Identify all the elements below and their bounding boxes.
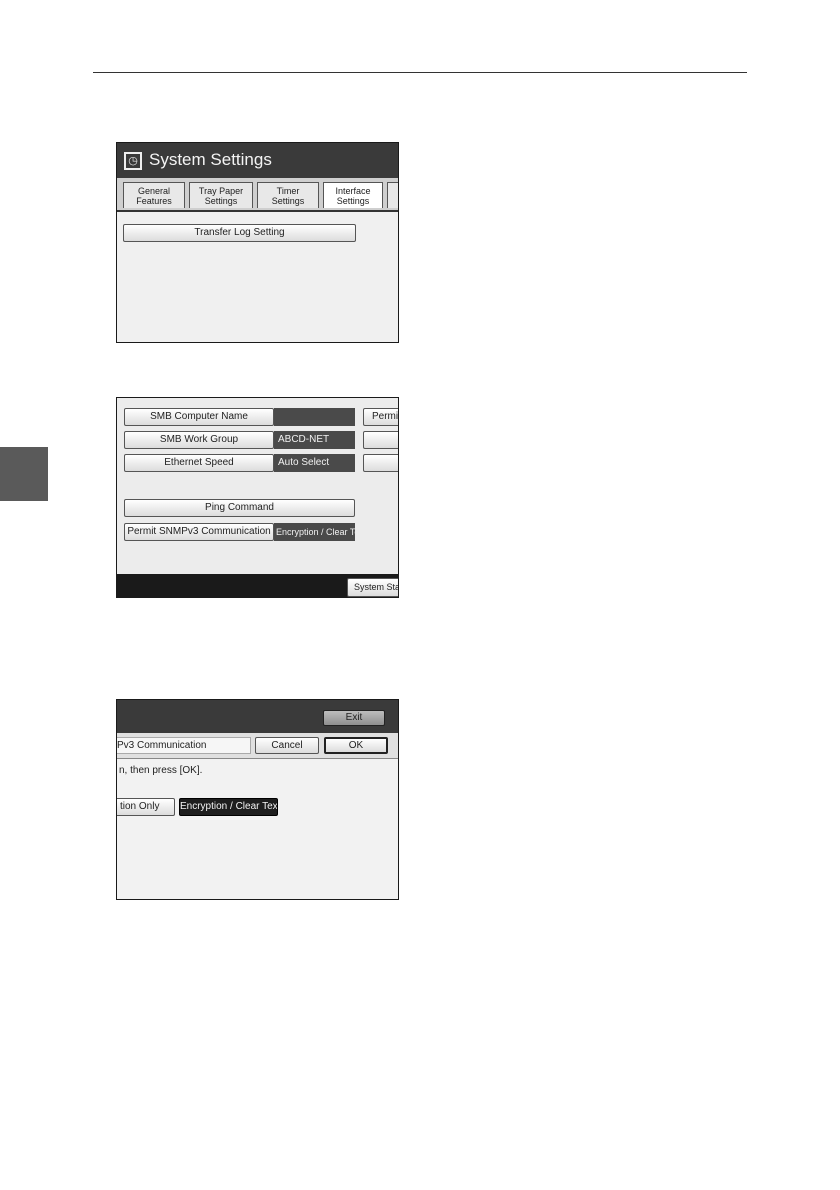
ethernet-speed-value: Auto Select [274,454,355,472]
smb-computer-name-value [274,408,355,426]
tab-tray-paper-settings[interactable]: Tray Paper Settings [189,182,253,208]
transfer-log-setting-button[interactable]: Transfer Log Setting [123,224,356,242]
ok-button[interactable]: OK [324,737,388,754]
smb-work-group-value: ABCD-NET [274,431,355,449]
system-settings-icon: ◷ [124,152,142,170]
right-column-button-2[interactable] [363,431,398,449]
settings-panel: Transfer Log Setting [117,212,398,342]
title-bar: Exit [117,700,398,733]
title-bar: ◷ System Settings [117,143,398,178]
page-header-rule [93,72,747,73]
ping-command-button[interactable]: Ping Command [124,499,355,517]
permit-snmpv3-communication-value: Encryption / Clear Text [274,523,355,541]
permit-setting-button-partial[interactable]: Permi [363,408,398,426]
ethernet-speed-button[interactable]: Ethernet Speed [124,454,274,472]
encryption-clear-text-option[interactable]: Encryption / Clear Text [179,798,278,816]
cancel-button[interactable]: Cancel [255,737,319,754]
setting-name-field: Pv3 Communication [117,737,251,754]
right-column-button-3[interactable] [363,454,398,472]
system-status-button[interactable]: System Statu [347,578,398,597]
exit-button[interactable]: Exit [323,710,385,726]
setting-row: Pv3 Communication Cancel OK [117,733,398,759]
tab-general-features[interactable]: General Features [123,182,185,208]
screenshot-snmpv3-dialog: Exit Pv3 Communication Cancel OK n, then… [116,699,399,900]
tab-strip: General Features Tray Paper Settings Tim… [117,178,398,212]
screenshot-interface-settings: SMB Computer Name Permi SMB Work Group A… [116,397,399,598]
chapter-index-tab [0,447,48,501]
instruction-text: n, then press [OK]. [119,765,203,776]
status-bar: System Statu [117,574,398,597]
encryption-only-option[interactable]: tion Only [117,798,175,816]
smb-computer-name-button[interactable]: SMB Computer Name [124,408,274,426]
tab-timer-settings[interactable]: Timer Settings [257,182,319,208]
tab-interface-settings[interactable]: Interface Settings [323,182,383,208]
permit-snmpv3-communication-button[interactable]: Permit SNMPv3 Communication [124,523,274,541]
tab-next-partial[interactable] [387,182,398,208]
smb-work-group-button[interactable]: SMB Work Group [124,431,274,449]
page-title: System Settings [149,150,272,169]
screenshot-system-settings: ◷ System Settings General Features Tray … [116,142,399,343]
